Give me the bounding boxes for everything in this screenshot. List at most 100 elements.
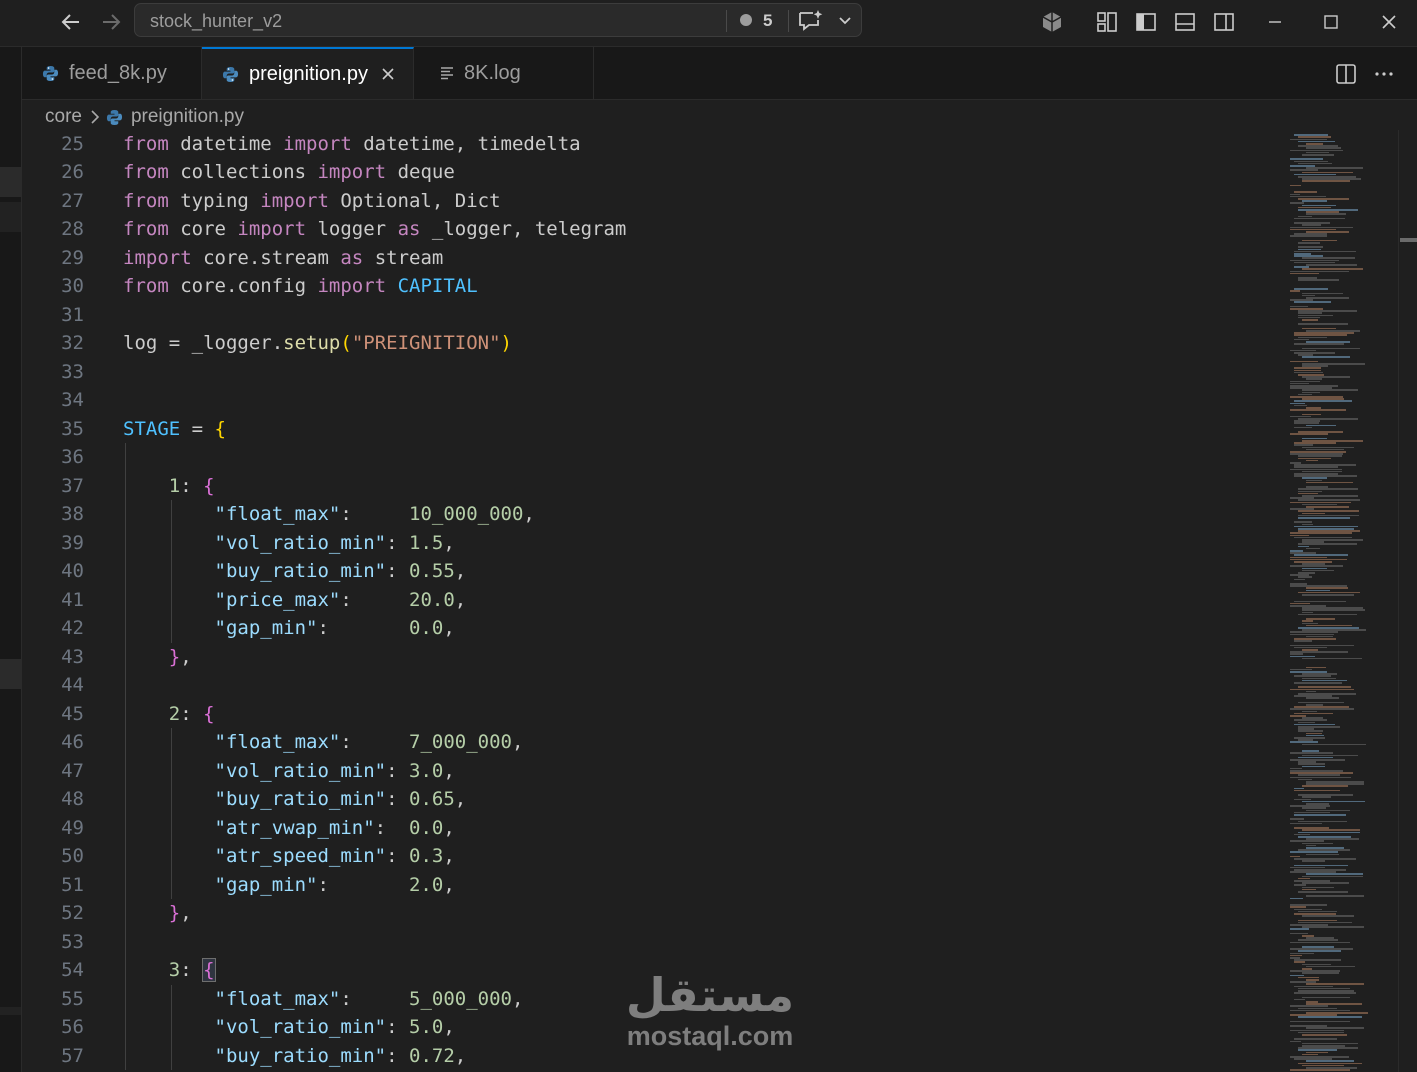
code-line: 53 [22,928,1282,957]
code-text: log = _logger.setup("PREIGNITION") [123,332,512,354]
code-text: 1: { [168,474,215,497]
customize-layout-icon[interactable] [1094,9,1120,35]
breadcrumb-file[interactable]: preignition.py [131,106,244,128]
python-icon [222,66,239,83]
code-text: "gap_min": 2.0, [214,873,455,896]
code-line: 34 [22,386,1282,415]
line-number: 50 [61,845,84,867]
line-number: 47 [61,759,84,782]
indent-guide [125,443,126,1070]
line-number: 53 [61,930,84,953]
line-number: 32 [61,332,84,354]
code-line: 47 "vol_ratio_min": 3.0, [22,757,1282,786]
line-number: 45 [61,702,84,725]
split-editor-icon[interactable] [1333,61,1359,87]
back-arrow-icon[interactable] [56,8,86,36]
code-line: 33 [22,358,1282,387]
code-line: 38 "float_max": 10_000_000, [22,500,1282,529]
code-text: "float_max": 7_000_000, [214,731,524,753]
line-number: 51 [61,873,84,896]
code-text: "float_max": 10_000_000, [214,503,535,525]
code-text: "atr_speed_min": 0.3, [214,845,455,867]
code-line: 29 import core.stream as stream [22,244,1282,273]
code-text: import core.stream as stream [123,246,444,269]
code-text: from core import logger as _logger, tele… [123,218,627,240]
code-line: 25 from datetime import datetime, timedel… [22,130,1282,159]
code-line: 41 "price_max": 20.0, [22,586,1282,615]
code-text: "gap_min": 0.0, [214,617,455,639]
line-number: 25 [61,132,84,155]
workspace-name: stock_hunter_v2 [150,11,283,31]
code-text: STAGE = { [123,417,226,440]
line-number: 39 [61,531,84,554]
close-window-icon[interactable] [1376,9,1402,35]
code-line: 40 "buy_ratio_min": 0.55, [22,557,1282,586]
code-line: 42 "gap_min": 0.0, [22,614,1282,643]
code-text: "buy_ratio_min": 0.55, [214,560,467,582]
tab-8k-log[interactable]: 8K.log [414,47,594,99]
line-number: 42 [61,617,84,639]
indent-guide [170,728,172,899]
breadcrumb-folder[interactable]: core [45,106,82,128]
code-text: "vol_ratio_min": 3.0, [214,759,455,782]
line-number: 38 [61,503,84,525]
python-icon [42,65,59,82]
code-line: 26 from collections import deque [22,158,1282,187]
line-number: 31 [61,303,84,326]
code-text: "float_max": 5_000_000, [214,987,524,1010]
copilot-icon[interactable] [1039,9,1065,35]
watermark-arabic: مستقل [625,968,795,1022]
code-line: 31 [22,301,1282,330]
code-line: 32 log = _logger.setup("PREIGNITION") [22,329,1282,358]
code-editor[interactable]: 25 from datetime import datetime, timedel… [22,129,1287,1072]
code-line: 39 "vol_ratio_min": 1.5, [22,529,1282,558]
maximize-icon[interactable] [1318,9,1344,35]
code-line: 50 "atr_speed_min": 0.3, [22,842,1282,871]
line-number: 30 [61,275,84,297]
toggle-primary-sidebar-icon[interactable] [1133,9,1159,35]
line-number: 40 [61,560,84,582]
watermark: مستقل mostaql.com [620,968,800,1054]
scrollbar-thumb[interactable] [1400,238,1417,242]
code-text: from core.config import CAPITAL [123,275,478,297]
activity-bar [0,47,22,1072]
watermark-latin: mostaql.com [626,1021,794,1051]
code-line: 52 }, [22,899,1282,928]
log-file-icon [440,66,454,80]
pending-changes-count: 5 [763,11,773,30]
tab-label: feed_8k.py [69,61,167,84]
vertical-scrollbar[interactable] [1398,130,1417,1072]
line-number: 26 [61,161,84,183]
chevron-right-icon [90,109,100,125]
pending-changes-dot-icon [740,14,752,26]
code-text: "buy_ratio_min": 0.72, [214,1044,467,1067]
line-number: 49 [61,816,84,839]
line-number: 41 [61,588,84,611]
code-text: 2: { [168,702,215,725]
toggle-panel-icon[interactable] [1172,9,1198,35]
close-icon[interactable] [380,66,396,82]
minimize-icon[interactable] [1262,9,1288,35]
line-number: 56 [61,1016,84,1038]
line-number: 52 [61,902,84,924]
code-line: 27 from typing import Optional, Dict [22,187,1282,216]
code-text: from collections import deque [123,161,455,183]
code-line: 28 from core import logger as _logger, te… [22,215,1282,244]
line-number: 35 [61,417,84,440]
editor-tabs: feed_8k.py preignition.py 8K.log [22,47,1417,100]
tab-preignition[interactable]: preignition.py [202,47,414,99]
chevron-down-icon[interactable] [838,14,852,32]
toggle-secondary-sidebar-icon[interactable] [1211,9,1237,35]
tab-label: 8K.log [464,61,521,84]
indent-guide [170,500,172,643]
minimap[interactable] [1290,130,1398,1072]
code-line: 48 "buy_ratio_min": 0.65, [22,785,1282,814]
code-line: 36 [22,443,1282,472]
code-line: 30 from core.config import CAPITAL [22,272,1282,301]
command-center-search[interactable]: stock_hunter_v2 5 [134,3,862,37]
forward-arrow-icon[interactable] [96,8,126,36]
chat-sparkle-icon[interactable] [797,9,825,38]
more-actions-icon[interactable] [1371,61,1397,87]
line-number: 57 [61,1044,84,1067]
tab-feed-8k[interactable]: feed_8k.py [22,47,202,99]
